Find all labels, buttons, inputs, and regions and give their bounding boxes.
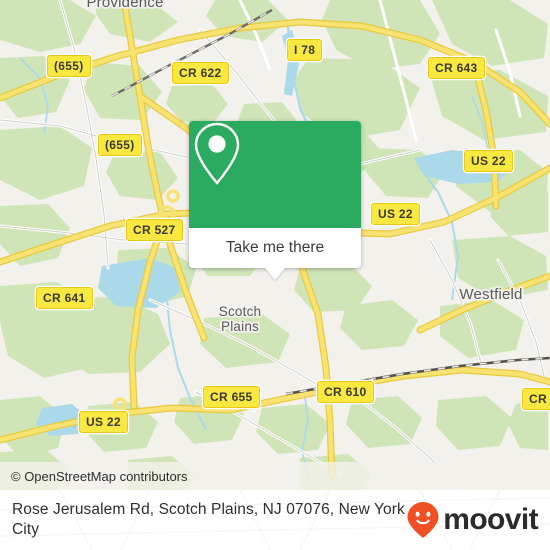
shield-cr-643[interactable]: CR 643 [428,57,485,79]
shield-us-22-west[interactable]: US 22 [79,411,128,433]
map-canvas[interactable]: Providence Scotch Plains Westfield (655)… [0,0,550,490]
attribution-bar: © OpenStreetMap contributors [0,462,550,490]
moovit-logo[interactable]: moovit [406,501,539,539]
shield-us-22-mid[interactable]: US 22 [371,203,420,225]
shield-cr-641[interactable]: CR 641 [36,287,93,309]
moovit-smiley-pin-icon [407,502,439,538]
shield-cr-527[interactable]: CR 527 [126,219,183,241]
shield-cr-655[interactable]: CR 655 [203,386,260,408]
osm-attribution-text: © OpenStreetMap contributors [11,468,188,484]
location-pin-icon [194,122,240,185]
footer-bar: Rose Jerusalem Rd, Scotch Plains, NJ 070… [0,490,550,550]
location-address: Rose Jerusalem Rd, Scotch Plains, NJ 070… [12,501,405,538]
card-pin-area [189,121,361,228]
location-info-card[interactable]: Take me there [189,121,361,280]
shield-655-upper[interactable]: (655) [47,55,91,77]
shield-cr-61-edge[interactable]: CR 61 [522,388,550,410]
map-screenshot: Providence Scotch Plains Westfield (655)… [0,0,550,550]
shield-655-lower[interactable]: (655) [98,134,142,156]
take-me-there-label: Take me there [225,239,325,256]
shield-us-22-east[interactable]: US 22 [464,150,513,172]
shield-cr-610[interactable]: CR 610 [317,381,374,403]
moovit-wordmark: moovit [443,503,538,536]
take-me-there-button[interactable]: Take me there [189,228,361,268]
card-pointer-tail [265,268,285,280]
shield-i-78[interactable]: I 78 [287,39,323,61]
shield-cr-622[interactable]: CR 622 [172,62,229,84]
